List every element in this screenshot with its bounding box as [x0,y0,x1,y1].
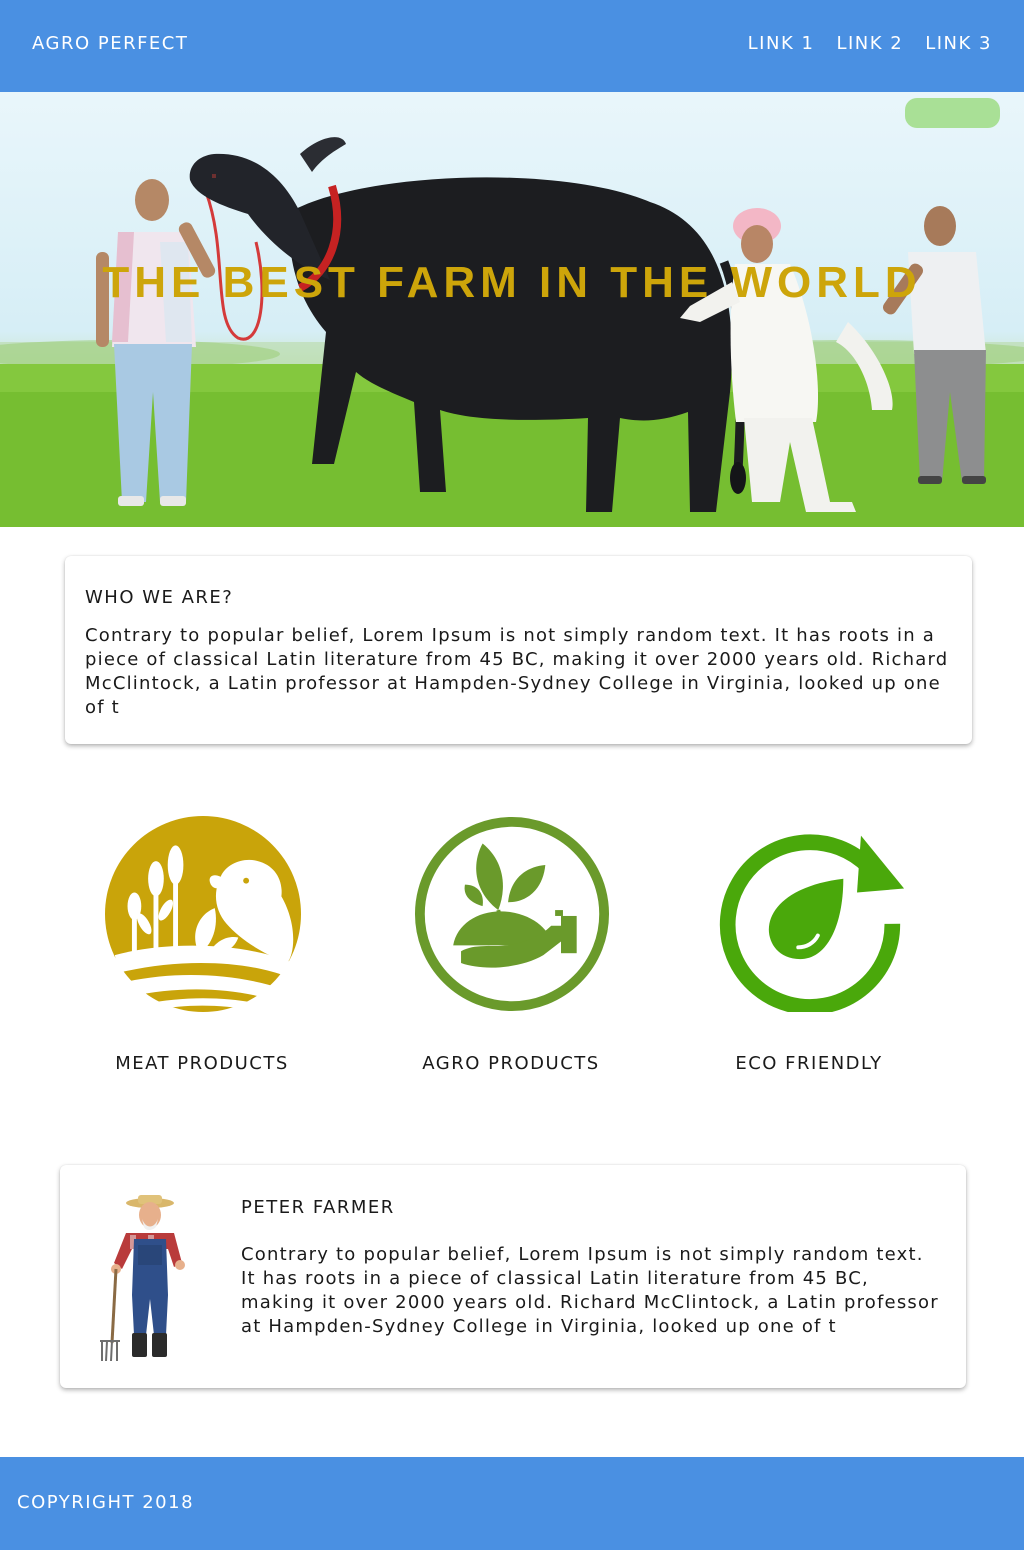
hero-banner: THE BEST FARM IN THE WORLD [0,92,1024,527]
nav-link-1[interactable]: LINK 1 [748,33,815,54]
farmer-name: PETER FARMER [241,1197,395,1218]
nav-link-2[interactable]: LINK 2 [836,33,903,54]
farmer-card: PETER FARMER Contrary to popular belief,… [60,1165,966,1388]
eco-drop-cycle-icon [719,834,905,1012]
page-footer: COPYRIGHT 2018 [0,1457,1024,1550]
about-heading: WHO WE ARE? [85,587,234,608]
wheat-sheep-field-icon [105,816,301,1012]
feature-label-agro-products: AGRO PRODUCTS [422,1053,600,1074]
feature-agro-products: AGRO PRODUCTS [381,816,641,1086]
farmer-portrait [100,1195,185,1362]
farmer-text: Contrary to popular belief, Lorem Ipsum … [241,1244,939,1337]
feature-eco-friendly: ECO FRIENDLY [679,816,939,1086]
about-text: Contrary to popular belief, Lorem Ipsum … [85,625,949,718]
hero-farm-photo [0,98,1024,527]
about-card: WHO WE ARE? Contrary to popular belief, … [65,556,972,744]
feature-label-meat-products: MEAT PRODUCTS [115,1053,289,1074]
hero-title: THE BEST FARM IN THE WORLD [102,258,922,307]
feature-meat-products: MEAT PRODUCTS [72,816,332,1086]
top-navbar: AGRO PERFECT LINK 1 LINK 2 LINK 3 [0,0,1024,92]
nav-link-3[interactable]: LINK 3 [925,33,992,54]
feature-label-eco-friendly: ECO FRIENDLY [735,1053,883,1074]
copyright-text: COPYRIGHT 2018 [17,1492,195,1513]
brand-link[interactable]: AGRO PERFECT [32,33,188,54]
nav-links: LINK 1 LINK 2 LINK 3 [748,33,992,54]
hand-plant-icon [414,816,610,1012]
